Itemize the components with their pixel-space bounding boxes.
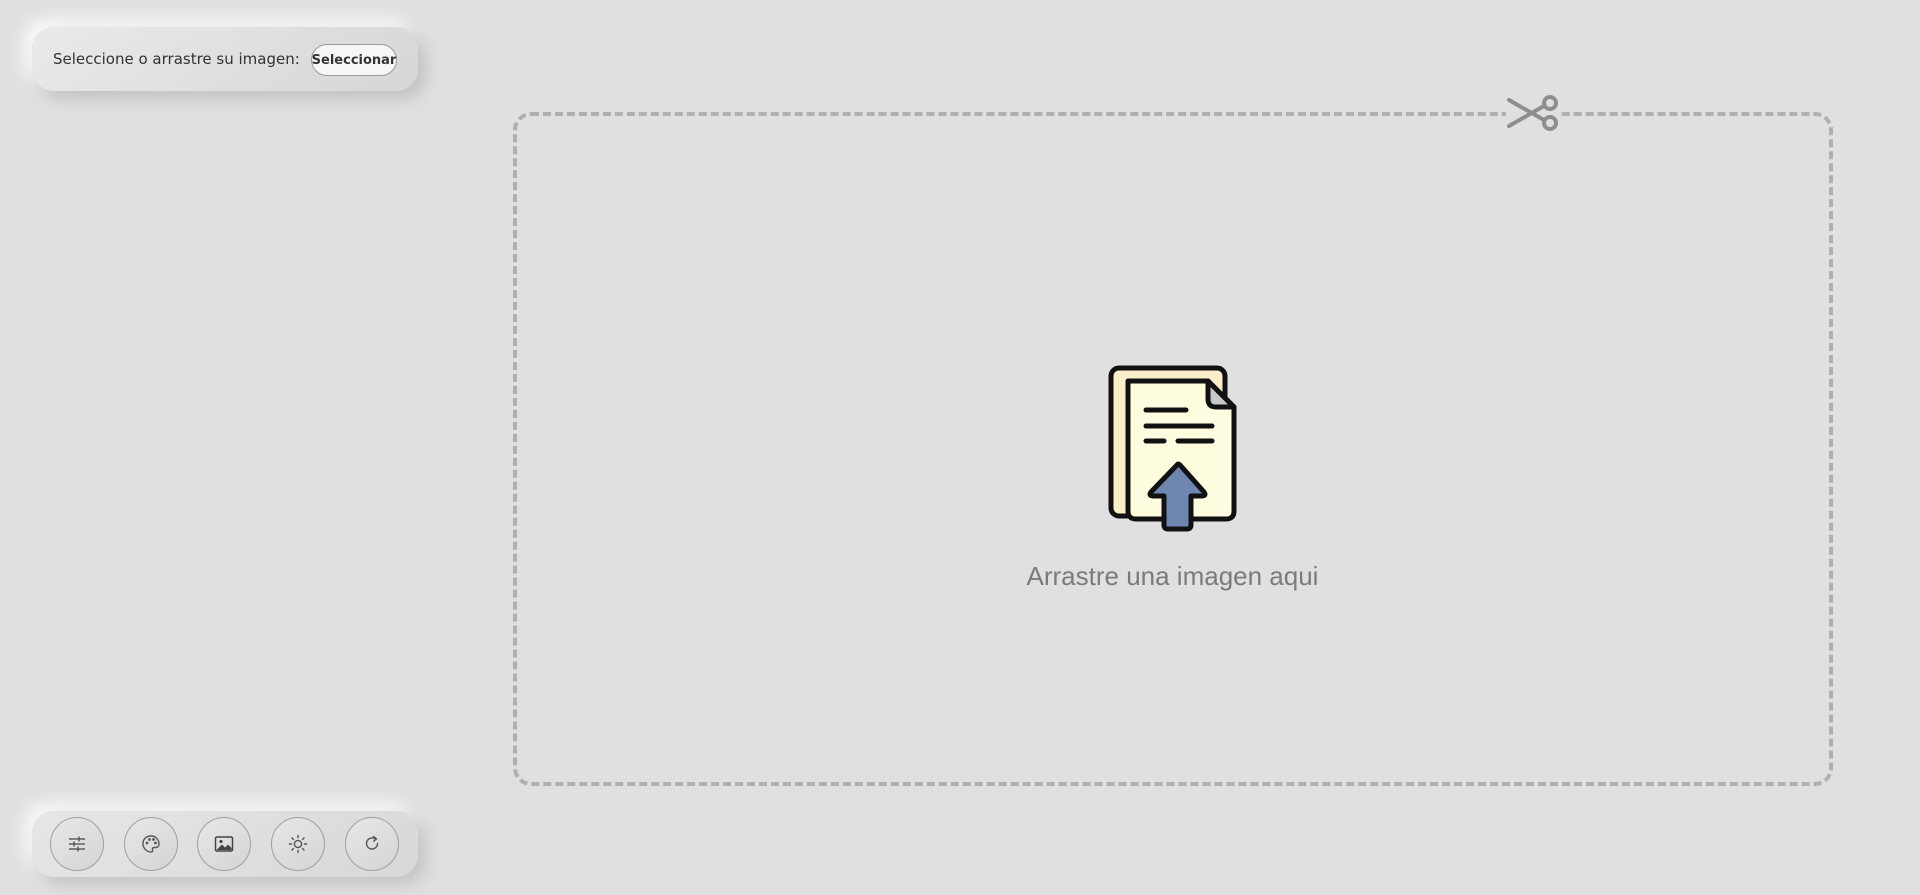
file-upload-icon — [1108, 365, 1237, 532]
rotate-button[interactable] — [345, 817, 399, 871]
upload-label: Seleccione o arrastre su imagen: — [53, 50, 300, 68]
image-button[interactable] — [197, 817, 251, 871]
sliders-icon — [69, 836, 85, 852]
colors-button[interactable] — [124, 817, 178, 871]
image-icon — [214, 836, 234, 852]
adjustments-button[interactable] — [50, 817, 104, 871]
image-editor-app: Seleccione o arrastre su imagen: Selecci… — [0, 0, 1920, 895]
tools-toolbar — [32, 811, 418, 877]
select-file-button[interactable]: Seleccionar — [311, 44, 397, 76]
drop-zone-text: Arrastre una imagen aqui — [1026, 561, 1319, 591]
brightness-button[interactable] — [271, 817, 325, 871]
brightness-icon — [288, 834, 308, 854]
palette-icon — [142, 835, 160, 853]
rotate-icon — [365, 835, 379, 850]
scissors-icon — [1506, 92, 1560, 134]
upload-panel: Seleccione o arrastre su imagen: Selecci… — [32, 27, 418, 91]
